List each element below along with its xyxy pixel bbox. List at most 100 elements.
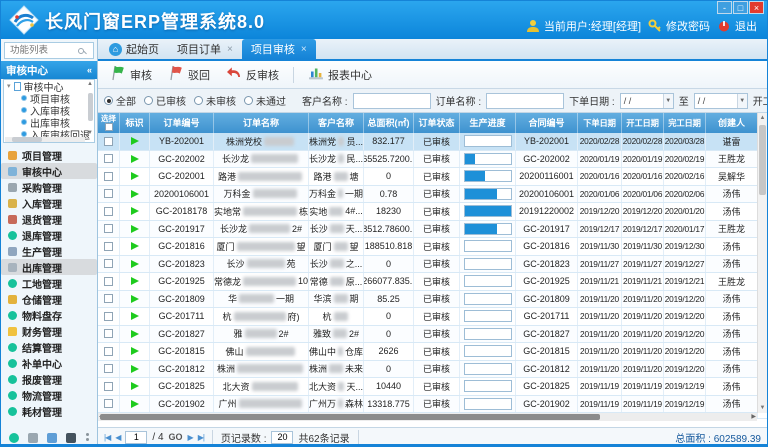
report-center-button[interactable]: 报表中心 — [302, 63, 378, 86]
table-row[interactable]: GC-201812株洲株洲未来0已审核GC-2018122019/11/2020… — [98, 361, 767, 379]
column-header[interactable]: 选择 — [98, 113, 120, 133]
status-radio[interactable]: 全部 — [104, 93, 136, 108]
row-checkbox[interactable] — [104, 329, 113, 338]
select-all-checkbox[interactable] — [105, 123, 113, 131]
table-hscrollbar[interactable]: ◀ ▶ — [98, 413, 757, 421]
sidebar-item[interactable]: 项目管理 — [1, 147, 97, 163]
column-header[interactable]: 开工日期 — [622, 113, 664, 133]
sidebar-item[interactable]: 退货管理 — [1, 211, 97, 227]
sidebar-item[interactable]: 工地管理 — [1, 275, 97, 291]
tree-scroll-up-icon[interactable]: ▲ — [87, 81, 93, 87]
customer-name-input[interactable] — [353, 93, 431, 109]
column-header[interactable]: 创建人 — [706, 113, 758, 133]
row-checkbox[interactable] — [104, 224, 113, 233]
column-header[interactable]: 订单名称 — [214, 113, 309, 133]
column-header[interactable]: 下单日期 — [578, 113, 622, 133]
column-header[interactable]: 完工日期 — [664, 113, 706, 133]
reject-button[interactable]: 驳回 — [162, 63, 216, 86]
next-page-button[interactable]: ▶ — [188, 433, 193, 442]
reverse-audit-button[interactable]: 反审核 — [220, 63, 285, 86]
audit-button[interactable]: 审核 — [104, 63, 158, 86]
sidebar-item[interactable]: 生产管理 — [1, 243, 97, 259]
page-number-input[interactable] — [125, 431, 147, 444]
row-checkbox[interactable] — [104, 137, 113, 146]
status-radio[interactable]: 未通过 — [244, 93, 286, 108]
tree-scroll-down-icon[interactable]: ▼ — [87, 130, 93, 136]
column-header[interactable]: 合同编号 — [516, 113, 578, 133]
tab-close-icon[interactable]: × — [301, 44, 307, 55]
table-row[interactable]: GC-201815佛山佛山中仓库2626已审核GC-2018152019/11/… — [98, 343, 767, 361]
sidebar-item[interactable]: 财务管理 — [1, 323, 97, 339]
table-row[interactable]: GC-201902广州广州万森林13318.775已审核GC-201902201… — [98, 396, 767, 414]
tree-vscrollbar[interactable] — [88, 93, 93, 121]
tab-item[interactable]: ⌂起始页 — [100, 39, 168, 59]
table-row[interactable]: 20200106001万科金万科金一期0.78已审核20200106001202… — [98, 186, 767, 204]
column-header[interactable]: 总面积(㎡) — [364, 113, 414, 133]
sidebar-item[interactable]: 退库管理 — [1, 227, 97, 243]
order-date-to-picker[interactable]: / /▼ — [694, 93, 748, 109]
sidebar-item[interactable]: 报废管理 — [1, 371, 97, 387]
book-icon[interactable] — [66, 433, 76, 443]
table-row[interactable]: GC-202002长沙龙长沙龙民...65525.7200..已审核GC-202… — [98, 151, 767, 169]
cart-icon[interactable] — [28, 433, 38, 443]
column-header[interactable]: 标识 — [120, 113, 150, 133]
row-checkbox[interactable] — [104, 399, 113, 408]
collapse-icon[interactable]: « — [87, 65, 92, 75]
sidebar-item[interactable]: 审核中心 — [1, 163, 97, 179]
table-vscrollbar[interactable]: ▲ ▼ — [757, 113, 767, 413]
row-checkbox[interactable] — [104, 312, 113, 321]
function-search-box[interactable] — [4, 42, 94, 59]
sidebar-item[interactable]: 补单中心 — [1, 355, 97, 371]
first-page-button[interactable]: |◀ — [104, 433, 110, 442]
row-checkbox[interactable] — [104, 382, 113, 391]
tree-expand-icon[interactable]: ▾ — [7, 82, 11, 90]
scroll-down-icon[interactable]: ▼ — [758, 403, 767, 413]
row-checkbox[interactable] — [104, 259, 113, 268]
table-row[interactable]: GC-201809华一期华滨期85.25已审核GC-2018092019/11/… — [98, 291, 767, 309]
table-row[interactable]: GC-201825北大资北大资天...10440已审核GC-2018252019… — [98, 378, 767, 396]
table-row[interactable]: GC-201827雅2#雅致2#0已审核GC-2018272019/11/202… — [98, 326, 767, 344]
row-checkbox[interactable] — [104, 277, 113, 286]
row-checkbox[interactable] — [104, 347, 113, 356]
table-row[interactable]: GC-201823长沙苑长沙之...0已审核GC-2018232019/11/2… — [98, 256, 767, 274]
status-radio[interactable]: 已审核 — [144, 93, 186, 108]
scroll-right-icon[interactable]: ▶ — [751, 413, 756, 421]
page-size-input[interactable] — [271, 431, 293, 444]
last-page-button[interactable]: ▶| — [198, 433, 204, 442]
tab-close-icon[interactable]: × — [227, 44, 233, 55]
row-checkbox[interactable] — [104, 189, 113, 198]
table-row[interactable]: GC-201917长沙龙2#长沙天...8512.78600..已审核GC-20… — [98, 221, 767, 239]
function-search-input[interactable] — [8, 44, 78, 57]
sidebar-item[interactable]: 物料盘存 — [1, 307, 97, 323]
column-header[interactable]: 订单状态 — [414, 113, 460, 133]
row-checkbox[interactable] — [104, 207, 113, 216]
nav-dot-icon[interactable] — [9, 433, 19, 443]
sidebar-item[interactable]: 物流管理 — [1, 387, 97, 403]
sidebar-item[interactable]: 仓储管理 — [1, 291, 97, 307]
more-icon[interactable] — [85, 433, 89, 443]
scroll-up-icon[interactable]: ▲ — [758, 113, 767, 123]
sidebar-item[interactable]: 耗材管理 — [1, 403, 97, 419]
column-header[interactable]: 生产进度 — [460, 113, 516, 133]
status-radio[interactable]: 未审核 — [194, 93, 236, 108]
maximize-button[interactable]: □ — [733, 1, 748, 14]
table-row[interactable]: YB-202001株洲党校株洲党员...832.177已审核YB-2020012… — [98, 133, 767, 151]
table-row[interactable]: GC-2018178实地常栋实地4#...18230已审核20191220002… — [98, 203, 767, 221]
tree-hscrollbar[interactable] — [12, 137, 42, 142]
chevron-down-icon[interactable]: ▼ — [663, 94, 673, 108]
row-checkbox[interactable] — [104, 364, 113, 373]
tab-active[interactable]: 项目审核× — [242, 39, 316, 59]
row-checkbox[interactable] — [104, 154, 113, 163]
table-row[interactable]: GC-201816厦门望厦门望188510.818已审核GC-201816201… — [98, 238, 767, 256]
table-row[interactable]: GC-201711杭府)杭0已审核GC-2017112019/11/202019… — [98, 308, 767, 326]
sidebar-item[interactable]: 入库管理 — [1, 195, 97, 211]
row-checkbox[interactable] — [104, 294, 113, 303]
tab-item[interactable]: 项目订单× — [168, 39, 242, 59]
order-date-from-picker[interactable]: / /▼ — [620, 93, 674, 109]
vscroll-thumb[interactable] — [759, 125, 766, 195]
hscroll-thumb[interactable] — [100, 414, 600, 420]
table-row[interactable]: GC-202001路港路港塘0已审核202001160012020/01/162… — [98, 168, 767, 186]
row-checkbox[interactable] — [104, 172, 113, 181]
prev-page-button[interactable]: ◀ — [115, 433, 120, 442]
change-password-button[interactable]: 修改密码 — [648, 18, 710, 34]
